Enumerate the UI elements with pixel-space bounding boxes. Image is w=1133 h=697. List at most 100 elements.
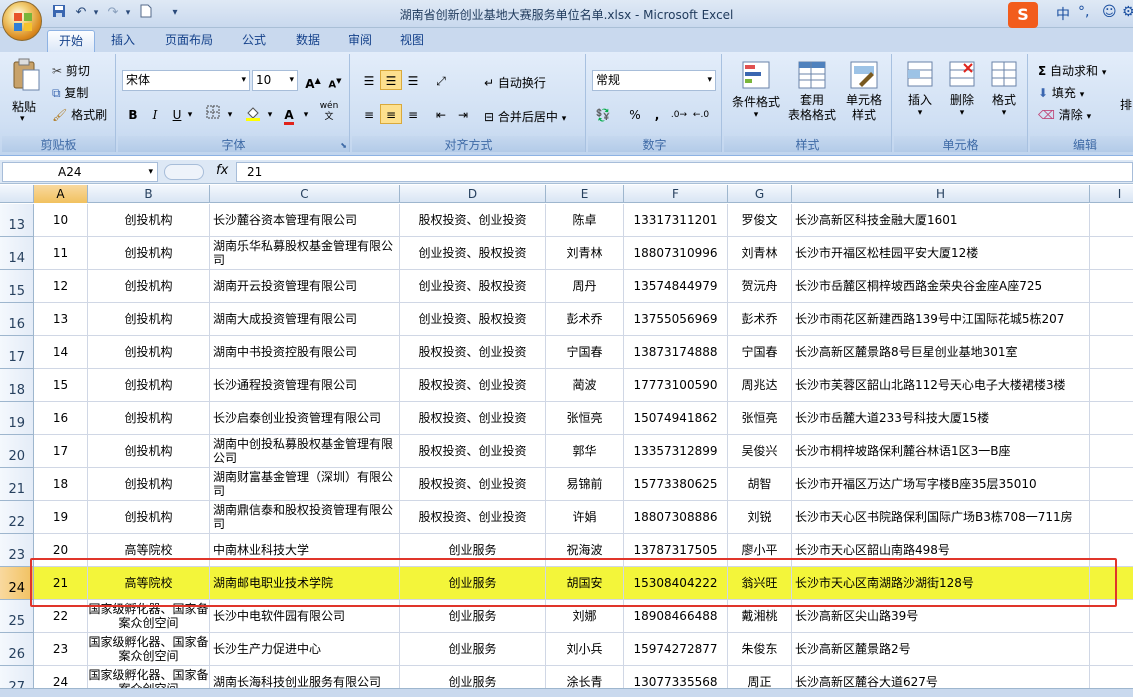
office-button[interactable] — [2, 1, 42, 41]
cell-empty[interactable] — [1090, 435, 1133, 468]
cell-leader[interactable]: 翁兴旺 — [728, 567, 792, 600]
cell-seq[interactable]: 22 — [34, 600, 88, 633]
cell-service[interactable]: 创业投资、股权投资 — [400, 237, 546, 270]
cell-address[interactable]: 长沙市开福区松桂园平安大厦12楼 — [792, 237, 1090, 270]
cell-empty[interactable] — [1090, 270, 1133, 303]
cell-empty[interactable] — [1090, 369, 1133, 402]
cell-address[interactable]: 长沙市桐梓坡路保利麓谷林语1区3一B座 — [792, 435, 1090, 468]
align-bottom-icon[interactable]: ☰ — [402, 70, 424, 90]
font-name-select[interactable]: 宋体 ▾ — [122, 70, 250, 91]
increase-decimal-icon[interactable]: .0→ — [668, 104, 690, 124]
insert-function-icon[interactable]: fx — [216, 163, 228, 178]
cell-phone[interactable]: 15074941862 — [624, 402, 728, 435]
cell-empty[interactable] — [1090, 633, 1133, 666]
align-top-icon[interactable]: ☰ — [358, 70, 380, 90]
cell-company[interactable]: 长沙生产力促进中心 — [210, 633, 400, 666]
cell-category[interactable]: 创投机构 — [88, 336, 210, 369]
delete-cells-button[interactable]: 删除 ▾ — [942, 60, 982, 130]
align-right-icon[interactable]: ≡ — [402, 104, 424, 124]
copy-button[interactable]: ⧉ 复制 — [52, 84, 88, 101]
cell-leader[interactable]: 吴俊兴 — [728, 435, 792, 468]
row-header[interactable]: 25 — [0, 600, 34, 633]
cell-leader[interactable]: 刘青林 — [728, 237, 792, 270]
bold-button[interactable]: B — [122, 104, 144, 124]
cell-contact[interactable]: 刘青林 — [546, 237, 624, 270]
row-header[interactable]: 15 — [0, 270, 34, 303]
cell-company[interactable]: 湖南鼎信泰和股权投资管理有限公司 — [210, 501, 400, 534]
increase-indent-icon[interactable]: ⇥ — [452, 104, 474, 124]
column-header-F[interactable]: F — [624, 185, 728, 203]
cell-service[interactable]: 股权投资、创业投资 — [400, 369, 546, 402]
cell-contact[interactable]: 宁国春 — [546, 336, 624, 369]
column-header-E[interactable]: E — [546, 185, 624, 203]
row-header[interactable]: 13 — [0, 204, 34, 237]
name-box[interactable]: A24 ▾ — [2, 162, 158, 182]
cell-phone[interactable]: 13574844979 — [624, 270, 728, 303]
borders-dropdown-icon[interactable]: ▾ — [224, 104, 236, 124]
cell-phone[interactable]: 13317311201 — [624, 204, 728, 237]
cell-address[interactable]: 长沙市芙蓉区韶山北路112号天心电子大楼裙楼3楼 — [792, 369, 1090, 402]
row-header[interactable]: 22 — [0, 501, 34, 534]
row-header[interactable]: 18 — [0, 369, 34, 402]
cell-category[interactable]: 创投机构 — [88, 303, 210, 336]
cell-category[interactable]: 创投机构 — [88, 369, 210, 402]
tab-data[interactable]: 数据 — [286, 30, 330, 52]
cell-seq[interactable]: 17 — [34, 435, 88, 468]
phonetic-guide-button[interactable]: wén 文 — [316, 100, 342, 122]
sogou-ime-icon[interactable]: S — [1008, 2, 1038, 28]
cell-phone[interactable]: 18807308886 — [624, 501, 728, 534]
insert-cells-button[interactable]: 插入 ▾ — [900, 60, 940, 130]
percent-button[interactable]: % — [624, 104, 646, 124]
cell-category[interactable]: 高等院校 — [88, 567, 210, 600]
cell-seq[interactable]: 14 — [34, 336, 88, 369]
fill-color-icon[interactable] — [242, 104, 264, 124]
align-center-icon[interactable]: ≡ — [380, 104, 402, 124]
cell-service[interactable]: 创业服务 — [400, 600, 546, 633]
cell-phone[interactable]: 18807310996 — [624, 237, 728, 270]
cell-leader[interactable]: 廖小平 — [728, 534, 792, 567]
decrease-decimal-icon[interactable]: ←.0 — [690, 104, 712, 124]
cell-leader[interactable]: 宁国春 — [728, 336, 792, 369]
cell-contact[interactable]: 胡国安 — [546, 567, 624, 600]
ime-settings-icon[interactable]: ⚙ — [1122, 4, 1133, 20]
column-header-B[interactable]: B — [88, 185, 210, 203]
cell-company[interactable]: 湖南邮电职业技术学院 — [210, 567, 400, 600]
cell-contact[interactable]: 刘娜 — [546, 600, 624, 633]
cell-seq[interactable]: 18 — [34, 468, 88, 501]
conditional-format-button[interactable]: 条件格式 ▾ — [728, 60, 784, 130]
cell-service[interactable]: 创业服务 — [400, 534, 546, 567]
tab-home[interactable]: 开始 — [47, 30, 95, 52]
shrink-font-button[interactable]: A▼ — [324, 70, 346, 90]
cell-company[interactable]: 湖南中创投私募股权基金管理有限公司 — [210, 435, 400, 468]
cell-address[interactable]: 长沙市岳麓区桐梓坡西路金荣央谷金座A座725 — [792, 270, 1090, 303]
formula-input[interactable]: 21 — [236, 162, 1133, 182]
cell-contact[interactable]: 蔺波 — [546, 369, 624, 402]
cell-contact[interactable]: 陈卓 — [546, 204, 624, 237]
font-color-dropdown-icon[interactable]: ▾ — [300, 104, 312, 124]
format-as-table-button[interactable]: 套用 表格格式 — [784, 60, 840, 130]
worksheet-grid[interactable]: A B C D E F G H I 13 10 创投机构 长沙麓谷资本管理有限公司 股权… — [0, 185, 1133, 697]
paste-button[interactable]: 粘贴 ▾ — [8, 58, 44, 128]
row-header[interactable]: 17 — [0, 336, 34, 369]
format-painter-button[interactable]: 🖌 格式刷 — [52, 106, 107, 123]
cell-leader[interactable]: 贺沅舟 — [728, 270, 792, 303]
wrap-text-button[interactable]: ↵ 自动换行 — [484, 74, 546, 91]
cell-phone[interactable]: 15974272877 — [624, 633, 728, 666]
cell-service[interactable]: 股权投资、创业投资 — [400, 336, 546, 369]
fill-color-dropdown-icon[interactable]: ▾ — [264, 104, 276, 124]
cell-contact[interactable]: 郭华 — [546, 435, 624, 468]
cell-seq[interactable]: 11 — [34, 237, 88, 270]
cell-service[interactable]: 股权投资、创业投资 — [400, 468, 546, 501]
cell-empty[interactable] — [1090, 303, 1133, 336]
cell-seq[interactable]: 20 — [34, 534, 88, 567]
orientation-icon[interactable]: ⤢ — [430, 70, 452, 90]
tab-review[interactable]: 审阅 — [338, 30, 382, 52]
tab-formulas[interactable]: 公式 — [232, 30, 276, 52]
cell-category[interactable]: 高等院校 — [88, 534, 210, 567]
row-header[interactable]: 14 — [0, 237, 34, 270]
cell-contact[interactable]: 刘小兵 — [546, 633, 624, 666]
cell-phone[interactable]: 13787317505 — [624, 534, 728, 567]
cell-contact[interactable]: 祝海波 — [546, 534, 624, 567]
cell-address[interactable]: 长沙市天心区韶山南路498号 — [792, 534, 1090, 567]
cell-empty[interactable] — [1090, 237, 1133, 270]
